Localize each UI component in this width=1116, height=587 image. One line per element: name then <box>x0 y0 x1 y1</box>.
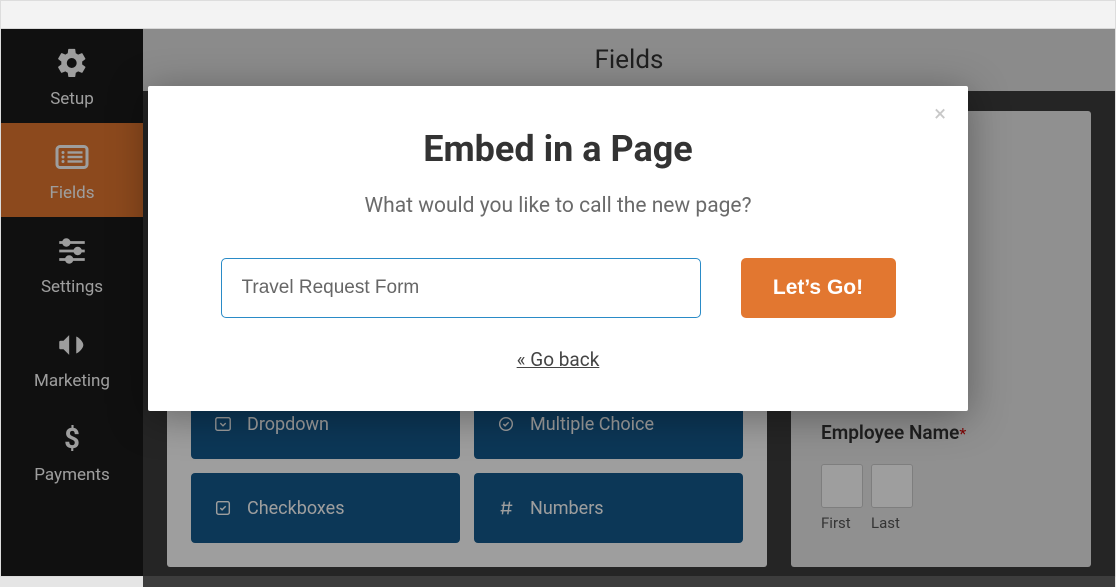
modal-overlay[interactable]: × Embed in a Page What would you like to… <box>1 29 1115 576</box>
close-icon[interactable]: × <box>934 104 946 126</box>
go-back-link[interactable]: « Go back <box>517 348 600 371</box>
topbar <box>1 1 1115 29</box>
lets-go-button[interactable]: Let’s Go! <box>741 258 896 318</box>
modal-subtitle: What would you like to call the new page… <box>208 194 908 218</box>
modal-title: Embed in a Page <box>208 128 908 170</box>
embed-modal: × Embed in a Page What would you like to… <box>148 86 968 411</box>
page-name-input[interactable] <box>221 258 701 318</box>
